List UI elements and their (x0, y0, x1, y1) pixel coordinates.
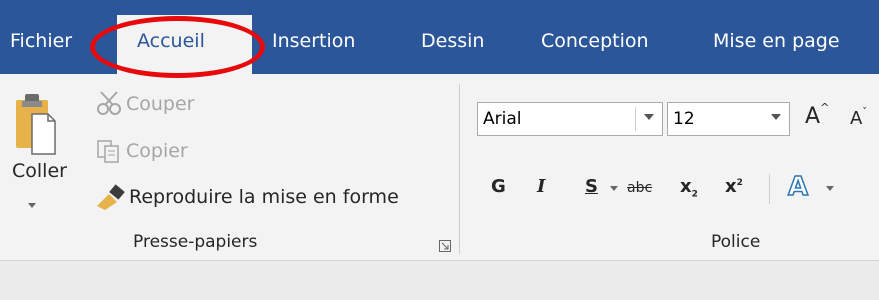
paste-button[interactable] (12, 92, 56, 156)
font-name-combobox[interactable]: Arial (477, 102, 663, 136)
font-size-value: 12 (673, 109, 695, 129)
font-name-chevron-down-icon[interactable] (644, 114, 654, 120)
text-effects-chevron-down-icon[interactable] (826, 186, 834, 191)
tab-dessin[interactable]: Dessin (421, 30, 484, 52)
underline-chevron-down-icon[interactable] (610, 186, 618, 191)
grow-font-button[interactable]: A^ (805, 101, 829, 129)
cut-icon (96, 90, 122, 116)
strikethrough-button[interactable]: abc (627, 180, 652, 196)
group-separator (459, 84, 460, 254)
paste-label[interactable]: Coller (12, 160, 67, 182)
font-size-combobox[interactable]: 12 (667, 102, 790, 136)
document-area-top (0, 261, 879, 300)
underline-button[interactable]: S (585, 176, 598, 197)
font-name-value: Arial (483, 109, 522, 129)
copy-icon (96, 138, 122, 164)
bold-button[interactable]: G (491, 176, 506, 197)
format-painter-icon (95, 184, 127, 210)
paste-icon (16, 94, 56, 155)
tab-fichier[interactable]: Fichier (10, 30, 72, 52)
shrink-font-button[interactable]: A˅ (850, 107, 867, 129)
clipboard-dialog-launcher-icon[interactable] (439, 237, 451, 252)
font-row-separator (769, 174, 770, 204)
ribbon-tab-bar: Fichier Accueil Insertion Dessin Concept… (0, 0, 879, 74)
text-effects-icon[interactable]: A (787, 171, 809, 203)
copy-button[interactable]: Copier (126, 140, 188, 162)
tab-mise-en-page[interactable]: Mise en page (713, 30, 840, 52)
font-group-label: Police (711, 232, 761, 252)
tab-insertion[interactable]: Insertion (272, 30, 355, 52)
tab-accueil[interactable]: Accueil (117, 15, 252, 74)
paste-dropdown-chevron-icon[interactable] (28, 203, 36, 208)
format-painter-button[interactable]: Reproduire la mise en forme (129, 186, 399, 208)
superscript-button[interactable]: x2 (725, 176, 743, 197)
font-size-chevron-down-icon[interactable] (771, 114, 781, 120)
italic-button[interactable]: I (537, 176, 545, 197)
tab-conception[interactable]: Conception (541, 30, 649, 52)
clipboard-group-label: Presse-papiers (133, 232, 258, 252)
cut-button[interactable]: Couper (126, 93, 195, 115)
subscript-button[interactable]: x2 (680, 176, 698, 200)
